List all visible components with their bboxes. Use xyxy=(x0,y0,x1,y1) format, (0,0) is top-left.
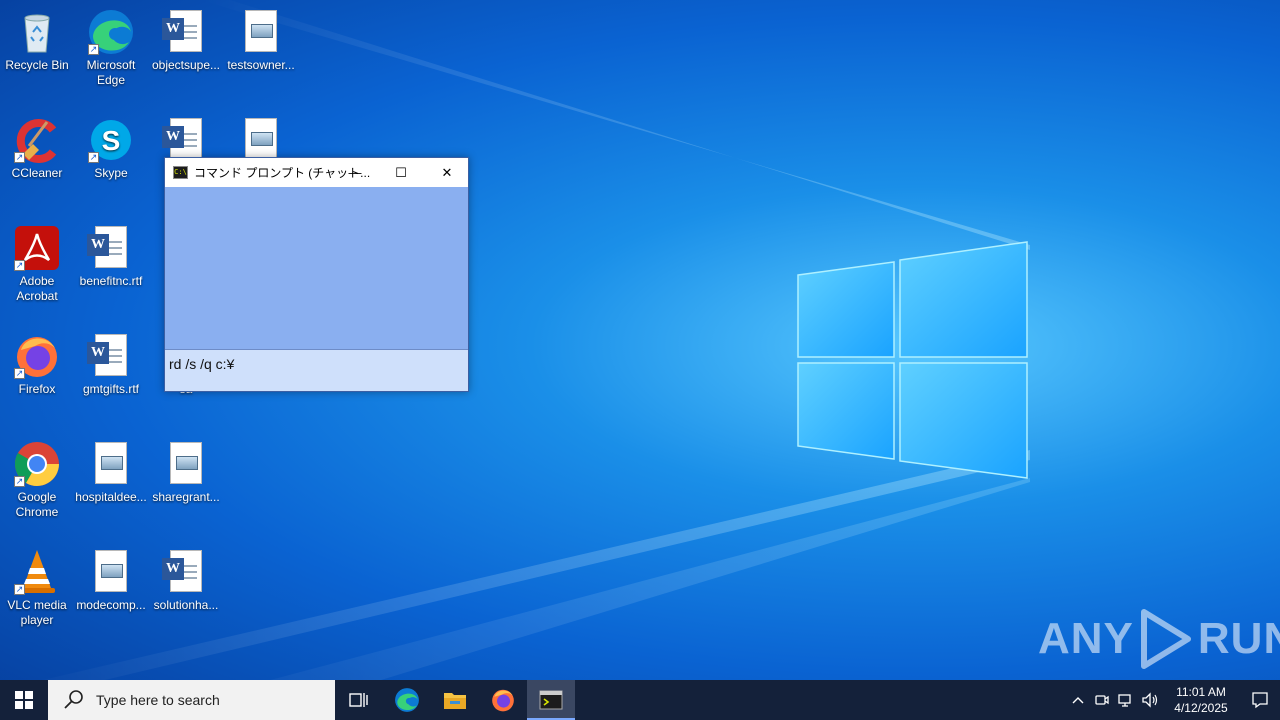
network-icon[interactable] xyxy=(1114,680,1138,720)
desktop-icon-recycle-bin[interactable]: Recycle Bin xyxy=(0,8,74,73)
edge-icon: ↗ xyxy=(87,8,135,56)
start-button[interactable] xyxy=(0,680,48,720)
skype-icon: S ↗ xyxy=(87,116,135,164)
desktop-icon-label: Adobe Acrobat xyxy=(16,274,58,303)
word-document-icon: W xyxy=(162,548,210,596)
maximize-button[interactable]: ☐ xyxy=(378,158,424,187)
desktop-icon-hospitaldee[interactable]: hospitaldee... xyxy=(74,440,148,505)
command-prompt-window[interactable]: C:\ コマンド プロンプト (チャット... — ☐ ✕ rd /s /q c… xyxy=(164,157,469,392)
desktop-icon-label: benefitnc.rtf xyxy=(79,274,143,288)
recycle-bin-icon xyxy=(13,8,61,56)
desktop-icon-microsoft-edge[interactable]: ↗ Microsoft Edge xyxy=(74,8,148,88)
desktop-icon-label: Google Chrome xyxy=(15,490,59,519)
taskbar: Type here to search 11:01 AM 4/12/2025 xyxy=(0,680,1280,720)
desktop-icon-label: solutionha... xyxy=(153,598,219,612)
taskbar-file-explorer[interactable] xyxy=(431,680,479,720)
meet-now-icon[interactable] xyxy=(1090,680,1114,720)
desktop-icon-label: Skype xyxy=(94,166,128,180)
desktop-icon-testsowner[interactable]: testsowner... xyxy=(224,8,298,73)
shortcut-arrow-icon: ↗ xyxy=(14,152,25,163)
taskbar-edge[interactable] xyxy=(383,680,431,720)
adobe-acrobat-icon: ↗ xyxy=(13,224,61,272)
word-document-icon: W xyxy=(162,8,210,56)
cmd-app-icon: C:\ xyxy=(173,166,188,179)
desktop-icon-label: hospitaldee... xyxy=(75,490,147,504)
desktop-icon-label: VLC media player xyxy=(7,598,67,627)
output-area xyxy=(165,187,468,350)
desktop-icon-adobe-acrobat[interactable]: ↗ Adobe Acrobat xyxy=(0,224,74,304)
word-document-icon: W xyxy=(87,332,135,380)
desktop-icon-label: objectsupe... xyxy=(151,58,221,72)
edge-icon xyxy=(395,688,419,712)
window-titlebar[interactable]: C:\ コマンド プロンプト (チャット... — ☐ ✕ xyxy=(165,158,468,187)
tray-overflow-chevron-icon[interactable] xyxy=(1066,680,1090,720)
taskbar-search-box[interactable]: Type here to search xyxy=(48,680,335,720)
desktop-icon-sharegrant[interactable]: sharegrant... xyxy=(149,440,223,505)
watermark-text-right: RUN xyxy=(1197,614,1280,663)
desktop-icon-solutionha[interactable]: W solutionha... xyxy=(149,548,223,613)
desktop-icon-benefitnc[interactable]: W benefitnc.rtf xyxy=(74,224,148,289)
folder-icon xyxy=(444,693,466,709)
image-file-icon xyxy=(162,440,210,488)
firefox-icon xyxy=(492,689,514,712)
svg-text:S: S xyxy=(102,125,121,156)
system-tray: 11:01 AM 4/12/2025 xyxy=(1066,680,1280,720)
image-file-icon xyxy=(237,8,285,56)
desktop-icon-vlc[interactable]: ↗ VLC media player xyxy=(0,548,74,628)
shortcut-arrow-icon: ↗ xyxy=(88,44,99,55)
desktop-icon-firefox[interactable]: ↗ Firefox xyxy=(0,332,74,397)
cmd-icon xyxy=(539,690,563,710)
notification-icon xyxy=(1252,692,1268,709)
search-placeholder: Type here to search xyxy=(96,692,220,708)
watermark-text-left: ANY xyxy=(1038,614,1134,663)
shortcut-arrow-icon: ↗ xyxy=(88,152,99,163)
clock-time: 11:01 AM xyxy=(1176,685,1226,699)
play-triangle-icon xyxy=(1140,609,1191,669)
command-input[interactable]: rd /s /q c:¥ xyxy=(165,349,468,391)
firefox-icon: ↗ xyxy=(13,332,61,380)
ccleaner-icon: ↗ xyxy=(13,116,61,164)
desktop-icon-label: Recycle Bin xyxy=(5,58,69,72)
task-view-button[interactable] xyxy=(335,680,383,720)
word-document-icon: W xyxy=(87,224,135,272)
desktop-icon-objectsupe[interactable]: W objectsupe... xyxy=(149,8,223,73)
anyrun-watermark: ANY RUN xyxy=(1038,608,1280,670)
clock-date: 4/12/2025 xyxy=(1174,701,1228,715)
shortcut-arrow-icon: ↗ xyxy=(14,584,25,595)
desktop-icon-gmtgifts[interactable]: W gmtgifts.rtf xyxy=(74,332,148,397)
desktop-icon-label: Firefox xyxy=(18,382,56,396)
desktop-icon-label: testsowner... xyxy=(227,58,295,72)
desktop-icon-label: gmtgifts.rtf xyxy=(82,382,139,396)
windows-start-icon xyxy=(15,691,33,709)
shortcut-arrow-icon: ↗ xyxy=(14,368,25,379)
notification-center-button[interactable] xyxy=(1240,680,1280,720)
desktop-icon-google-chrome[interactable]: ↗ Google Chrome xyxy=(0,440,74,520)
windows-logo xyxy=(797,241,1028,479)
taskbar-firefox[interactable] xyxy=(479,680,527,720)
image-file-icon xyxy=(87,440,135,488)
desktop-icon-label: Microsoft Edge xyxy=(86,58,136,87)
search-icon xyxy=(64,690,83,709)
volume-icon[interactable] xyxy=(1138,680,1162,720)
desktop-icon-modecomp[interactable]: modecomp... xyxy=(74,548,148,613)
desktop-icon-skype[interactable]: S ↗ Skype xyxy=(74,116,148,181)
desktop-icon-label: modecomp... xyxy=(76,598,146,612)
chrome-icon: ↗ xyxy=(13,440,61,488)
image-file-icon xyxy=(87,548,135,596)
desktop-icon-label: CCleaner xyxy=(11,166,63,180)
desktop-icon-label: sharegrant... xyxy=(152,490,220,504)
minimize-button[interactable]: — xyxy=(332,158,378,187)
shortcut-arrow-icon: ↗ xyxy=(14,260,25,271)
taskbar-command-prompt[interactable] xyxy=(527,680,575,720)
vlc-cone-icon: ↗ xyxy=(13,548,61,596)
desktop-icon-ccleaner[interactable]: ↗ CCleaner xyxy=(0,116,74,181)
shortcut-arrow-icon: ↗ xyxy=(14,476,25,487)
taskbar-clock[interactable]: 11:01 AM 4/12/2025 xyxy=(1162,684,1240,716)
close-button[interactable]: ✕ xyxy=(424,158,470,187)
task-view-icon xyxy=(349,693,368,707)
